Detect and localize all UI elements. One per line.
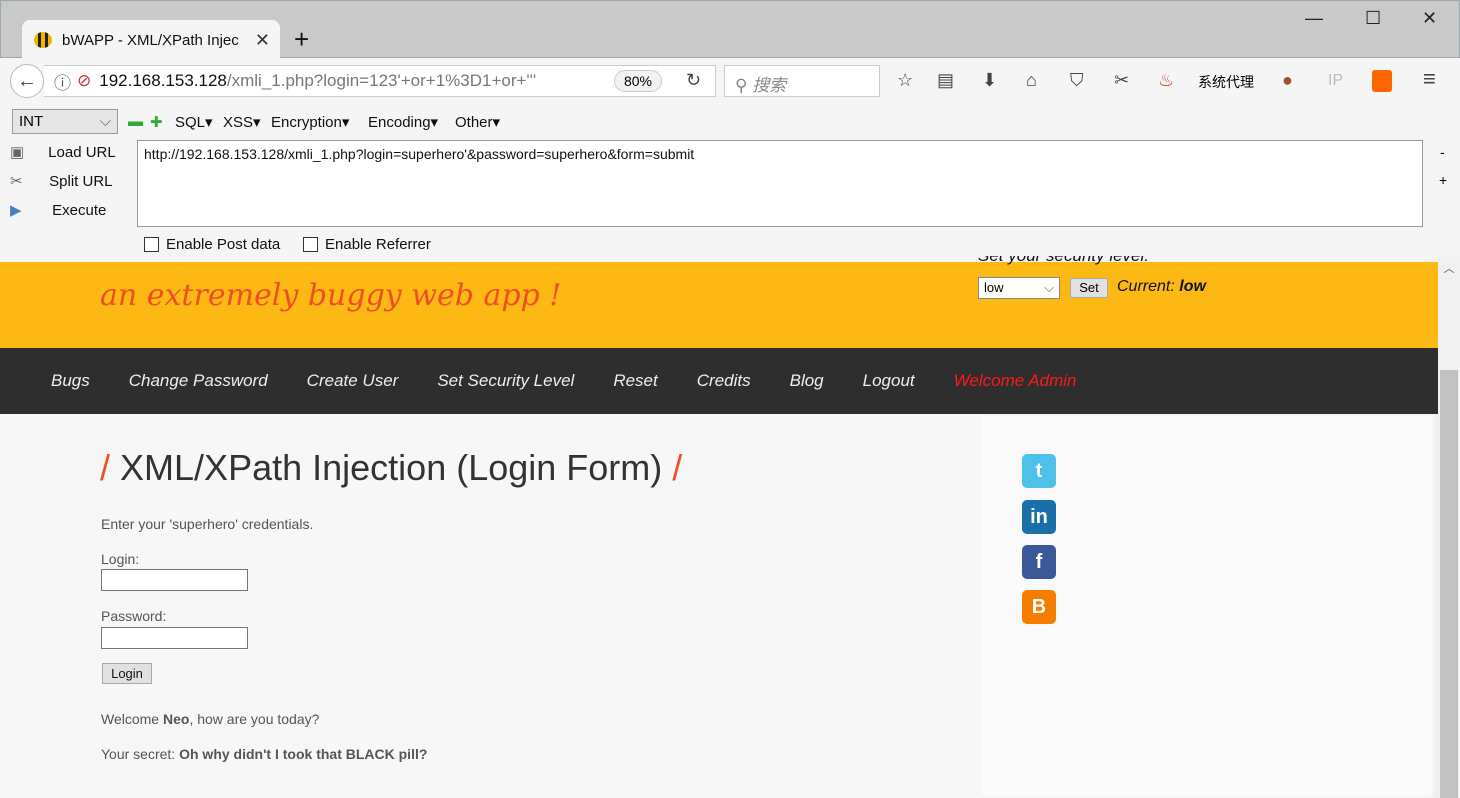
scissors-icon: ✂: [10, 173, 23, 190]
menu-credits[interactable]: Credits: [697, 371, 751, 391]
title-text: XML/XPath Injection (Login Form): [120, 447, 663, 488]
set-button[interactable]: Set: [1070, 278, 1108, 298]
decrease-icon[interactable]: ▬: [128, 113, 143, 130]
login-input[interactable]: [101, 569, 248, 591]
menu-encryption[interactable]: Encryption▾: [271, 113, 349, 131]
menu-reset[interactable]: Reset: [613, 371, 657, 391]
security-level-select[interactable]: low ⌵: [978, 277, 1060, 299]
scroll-up-arrow-icon[interactable]: ︿: [1438, 260, 1460, 276]
menu-hamburger-icon[interactable]: ≡: [1423, 66, 1436, 92]
zoom-level-button[interactable]: 80%: [614, 70, 662, 92]
current-value: low: [1179, 278, 1206, 295]
menu-encoding[interactable]: Encoding▾: [368, 113, 438, 131]
search-input[interactable]: ⚲ 搜索: [724, 65, 880, 97]
minimize-button[interactable]: —: [1305, 8, 1323, 29]
welcome-name: Neo: [162, 711, 190, 727]
title-slash: /: [100, 447, 111, 488]
bee-favicon-icon: [34, 32, 52, 48]
home-icon[interactable]: ⌂: [1026, 70, 1037, 91]
reload-icon[interactable]: ↻: [686, 70, 701, 91]
tab-title: bWAPP - XML/XPath Injec: [62, 31, 239, 49]
back-button[interactable]: ←: [10, 64, 44, 98]
menu-logout[interactable]: Logout: [863, 371, 915, 391]
hackbar-url-textarea[interactable]: http://192.168.153.128/xmli_1.php?login=…: [137, 140, 1423, 227]
url-host: 192.168.153.128: [99, 71, 227, 90]
insecure-lock-icon: ⊘: [77, 71, 92, 90]
main-menu: Bugs Change Password Create User Set Sec…: [0, 348, 1438, 414]
linkedin-icon[interactable]: in: [1022, 500, 1056, 534]
blogger-icon[interactable]: B: [1022, 590, 1056, 624]
shrink-button[interactable]: -: [1440, 144, 1445, 160]
load-url-label: Load URL: [48, 144, 116, 161]
close-window-button[interactable]: ✕: [1422, 8, 1437, 29]
current-label: Current:: [1117, 278, 1175, 295]
type-select[interactable]: INT ⌵: [12, 109, 118, 134]
cookie-icon[interactable]: ●: [1282, 70, 1293, 91]
proxy-button[interactable]: 系统代理: [1198, 72, 1254, 92]
enable-referrer-checkbox[interactable]: Enable Referrer: [303, 236, 431, 253]
login-label: Login:: [101, 551, 140, 567]
close-tab-icon[interactable]: ✕: [255, 30, 270, 51]
menu-create-user[interactable]: Create User: [307, 371, 399, 391]
search-placeholder: 搜索: [752, 76, 787, 95]
scrollbar-thumb[interactable]: [1440, 370, 1458, 798]
type-select-value: INT: [19, 113, 44, 130]
security-level-value: low: [984, 280, 1004, 295]
info-icon[interactable]: ⓘ: [54, 69, 71, 94]
menu-other[interactable]: Other▾: [455, 113, 500, 131]
secret-prefix: Your secret:: [101, 746, 180, 762]
split-url-button[interactable]: ✂ Split URL: [10, 172, 113, 190]
extension-icon[interactable]: ✂: [1114, 70, 1129, 91]
enable-referrer-label: Enable Referrer: [325, 236, 431, 253]
menu-change-password[interactable]: Change Password: [129, 371, 268, 391]
secret-message: Your secret: Oh why didn't I took that B…: [101, 746, 427, 762]
firebug-icon[interactable]: ♨: [1158, 70, 1174, 91]
expand-button[interactable]: +: [1439, 172, 1447, 188]
ip-button[interactable]: IP: [1328, 72, 1343, 90]
welcome-prefix: Welcome: [101, 711, 163, 727]
increase-icon[interactable]: ✚: [150, 113, 163, 131]
menu-blog[interactable]: Blog: [790, 371, 824, 391]
addon-icon[interactable]: [1372, 70, 1392, 92]
search-icon: ⚲: [735, 76, 753, 95]
menu-xss[interactable]: XSS▾: [223, 113, 261, 131]
load-url-button[interactable]: ▣ Load URL: [10, 143, 116, 161]
new-tab-button[interactable]: +: [294, 24, 309, 55]
split-url-label: Split URL: [49, 173, 113, 190]
password-input[interactable]: [101, 627, 248, 649]
bookmark-star-icon[interactable]: ☆: [897, 70, 913, 91]
welcome-suffix: , how are you today?: [189, 711, 320, 727]
menu-sql[interactable]: SQL▾: [175, 113, 213, 131]
url-path: /xmli_1.php?login=123'+or+1%3D1+or+''': [226, 71, 537, 90]
secret-value: Oh why didn't I took that BLACK pill?: [179, 746, 428, 762]
download-icon[interactable]: ⬇: [982, 70, 997, 91]
welcome-message: Welcome Neo, how are you today?: [101, 711, 319, 727]
execute-label: Execute: [52, 202, 107, 219]
enable-post-label: Enable Post data: [166, 236, 281, 253]
facebook-icon[interactable]: f: [1022, 545, 1056, 579]
load-icon: ▣: [10, 144, 25, 161]
menu-welcome-admin[interactable]: Welcome Admin: [954, 371, 1077, 391]
intro-text: Enter your 'superhero' credentials.: [101, 516, 314, 532]
login-button[interactable]: Login: [102, 663, 152, 684]
pocket-icon[interactable]: ⛉: [1070, 70, 1084, 91]
password-label: Password:: [101, 608, 167, 624]
reading-list-icon[interactable]: ▤: [937, 70, 954, 91]
execute-button[interactable]: ▶ Execute: [10, 201, 106, 219]
tagline: an extremely buggy web app !: [100, 278, 562, 313]
menu-bugs[interactable]: Bugs: [51, 371, 90, 391]
browser-tab[interactable]: bWAPP - XML/XPath Injec ✕: [22, 20, 280, 60]
enable-post-checkbox[interactable]: Enable Post data: [144, 236, 280, 253]
twitter-icon[interactable]: t: [1022, 454, 1056, 488]
maximize-button[interactable]: ☐: [1365, 8, 1381, 29]
play-icon: ▶: [10, 202, 22, 219]
menu-set-security-level[interactable]: Set Security Level: [437, 371, 574, 391]
current-level: Current: low: [1117, 278, 1206, 296]
title-slash: /: [672, 447, 683, 488]
page-title: / XML/XPath Injection (Login Form) /: [100, 447, 682, 489]
